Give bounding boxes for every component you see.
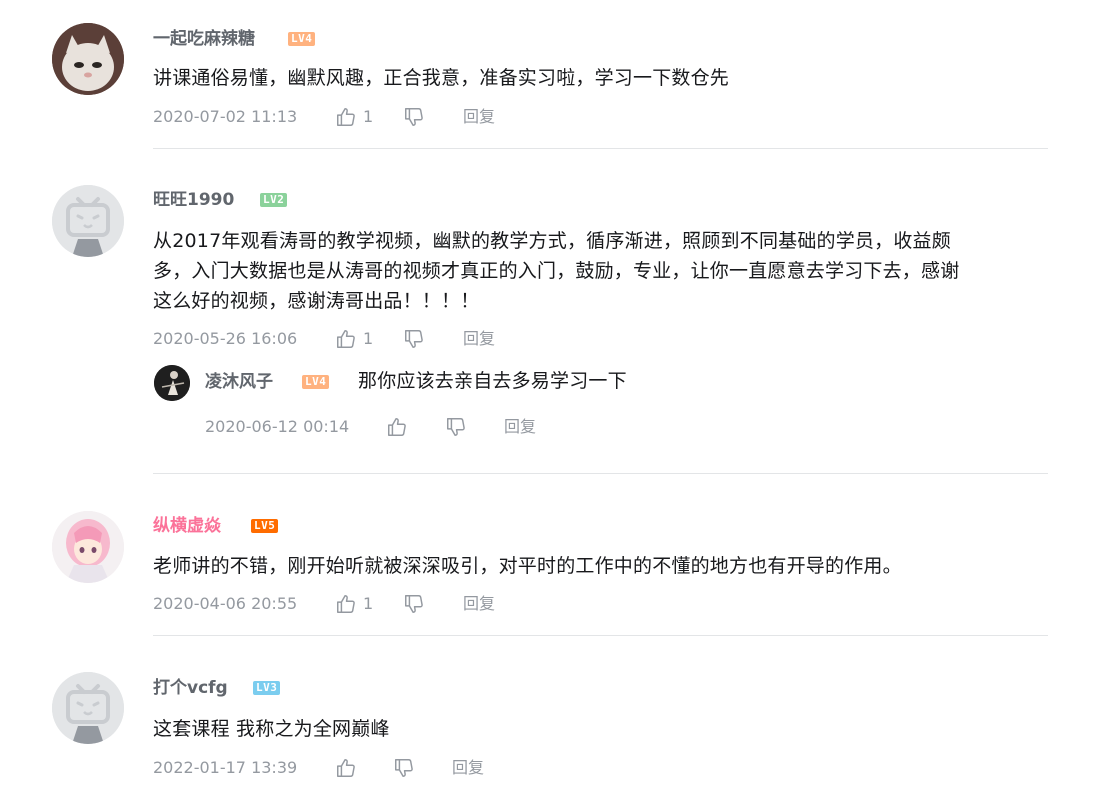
reply-date: 2020-06-12 00:14 (205, 417, 350, 436)
dislike-button[interactable] (393, 756, 415, 779)
comment-text: 讲课通俗易懂，幽默风趣，正合我意，准备实习啦，学习一下数仓先 (153, 67, 730, 89)
thumbs-up-icon (388, 418, 406, 436)
reply-button[interactable]: 回复 (463, 592, 495, 616)
thumbs-down-icon (447, 418, 465, 436)
reply-username[interactable]: 凌沐风子 (205, 372, 273, 392)
dislike-button[interactable] (445, 415, 467, 438)
comment-date: 2020-07-02 11:13 (153, 107, 298, 126)
comment-text-line: 从2017年观看涛哥的教学视频，幽默的教学方式，循序渐进，照顾到不同基础的学员，… (153, 230, 951, 252)
dislike-button[interactable] (403, 327, 425, 350)
avatar[interactable] (52, 185, 124, 257)
reply-button[interactable]: 回复 (463, 327, 495, 351)
comment-text-line: 这么好的视频，感谢涛哥出品！！！！ (153, 290, 480, 312)
thumbs-down-icon (405, 108, 423, 126)
avatar[interactable] (52, 23, 124, 95)
comment-text: 这套课程 我称之为全网巅峰 (153, 718, 390, 740)
dislike-button[interactable] (403, 105, 425, 128)
reply-button[interactable]: 回复 (452, 756, 484, 780)
username[interactable]: 旺旺1990 (153, 190, 234, 210)
thumbs-up-icon (337, 759, 355, 777)
comment-date: 2022-01-17 13:39 (153, 758, 298, 777)
divider (153, 635, 1048, 636)
thumbs-up-icon (337, 108, 355, 126)
like-button[interactable] (335, 756, 357, 779)
like-count: 1 (363, 594, 374, 613)
divider (153, 148, 1048, 149)
avatar[interactable] (52, 511, 124, 583)
divider (153, 473, 1048, 474)
username[interactable]: 纵横虚焱 (153, 516, 221, 536)
reply-button[interactable]: 回复 (463, 105, 495, 129)
level-badge: LV5 (251, 519, 279, 533)
like-button[interactable] (335, 327, 357, 350)
comment-text: 老师讲的不错，刚开始听就被深深吸引，对平时的工作中的不懂的地方也有开导的作用。 (153, 555, 902, 577)
thumbs-down-icon (395, 759, 413, 777)
username[interactable]: 打个vcfg (153, 678, 228, 698)
level-badge: LV4 (288, 32, 316, 46)
like-count: 1 (363, 107, 374, 126)
dislike-button[interactable] (403, 592, 425, 615)
thumbs-up-icon (337, 595, 355, 613)
like-button[interactable] (335, 105, 357, 128)
comment-text-line: 多，入门大数据也是从涛哥的视频才真正的入门，鼓励，专业，让你一直愿意去学习下去，… (153, 260, 960, 282)
username[interactable]: 一起吃麻辣糖 (153, 29, 255, 49)
thumbs-down-icon (405, 595, 423, 613)
like-count: 1 (363, 329, 374, 348)
thumbs-down-icon (405, 330, 423, 348)
reply-button[interactable]: 回复 (504, 415, 536, 439)
reply-text: 那你应该去亲自去多易学习一下 (358, 370, 627, 392)
level-badge: LV2 (260, 193, 288, 207)
avatar[interactable] (52, 672, 124, 744)
level-badge: LV3 (253, 681, 281, 695)
thumbs-up-icon (337, 330, 355, 348)
like-button[interactable] (386, 415, 408, 438)
like-button[interactable] (335, 592, 357, 615)
comment-date: 2020-04-06 20:55 (153, 594, 298, 613)
level-badge: LV4 (302, 375, 330, 389)
reply-avatar[interactable] (154, 365, 190, 401)
comment-date: 2020-05-26 16:06 (153, 329, 298, 348)
